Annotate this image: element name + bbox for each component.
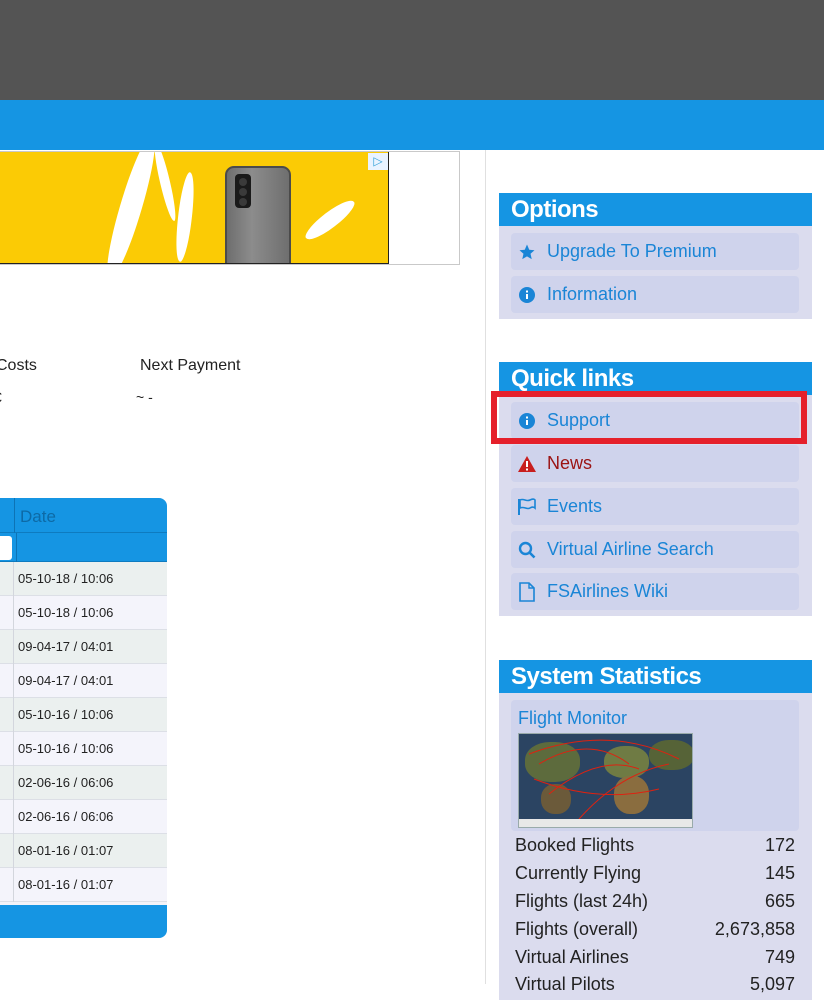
navigation-bar [0,100,824,150]
date-cell: 02-06-16 / 06:06 [18,775,114,790]
next-payment-header: Next Payment [140,357,241,374]
ad-choices-icon[interactable]: ▷ [368,153,388,170]
costs-value: € [0,389,2,405]
table-row: 05-10-16 / 10:06 [0,698,167,732]
stat-value: 2,673,858 [714,919,795,939]
stat-value: 665 [764,891,795,911]
date-cell: 05-10-16 / 10:06 [18,707,114,722]
stat-value: 749 [764,947,795,967]
search-icon [517,540,537,560]
table-row: 08-01-16 / 01:07 [0,834,167,868]
date-cell: 09-04-17 / 04:01 [18,673,114,688]
fsairlines-wiki-link[interactable]: FSAirlines Wiki [511,573,799,610]
stat-booked-flights: Booked Flights 172 [515,835,795,856]
date-cell: 05-10-18 / 10:06 [18,605,114,620]
top-header-bar [0,0,824,100]
filter-input[interactable] [0,536,12,560]
stat-currently-flying: Currently Flying 145 [515,863,795,884]
date-cell: 08-01-16 / 01:07 [18,843,114,858]
table-header: Date [0,498,167,533]
upgrade-premium-label: Upgrade To Premium [547,241,717,261]
star-icon [517,242,537,262]
table-row: 02-06-16 / 06:06 [0,766,167,800]
next-payment-value: ~ - [136,389,153,405]
date-column-header[interactable]: Date [20,507,56,527]
table-row: 09-04-17 / 04:01 [0,630,167,664]
highlight-box [491,391,807,444]
stat-value: 145 [764,863,795,883]
flight-monitor-card[interactable]: Flight Monitor [511,700,799,831]
stat-virtual-pilots: Virtual Pilots 5,097 [515,974,795,995]
table-row: 08-01-16 / 01:07 [0,868,167,902]
flight-monitor-link[interactable]: Flight Monitor [518,708,627,729]
table-filter-row [0,533,167,562]
date-cell: 05-10-16 / 10:06 [18,741,114,756]
info-icon [517,285,537,305]
stat-label: Booked Flights [515,835,635,855]
flag-icon [517,497,537,517]
column-divider [485,150,486,984]
table-footer [0,905,167,938]
stat-value: 5,097 [749,974,795,994]
stat-value: 172 [764,835,795,855]
advertisement-banner[interactable]: ▷ [0,152,389,264]
table-row: 09-04-17 / 04:01 [0,664,167,698]
stat-label: Virtual Pilots [515,974,615,994]
advertisement-frame: ▷ [0,151,460,265]
upgrade-premium-link[interactable]: Upgrade To Premium [511,233,799,270]
table-row: 05-10-18 / 10:06 [0,562,167,596]
options-panel: Options Upgrade To Premium Information [499,193,812,319]
news-label: News [547,453,593,473]
date-cell: 05-10-18 / 10:06 [18,571,114,586]
warning-icon [517,454,537,474]
date-cell: 02-06-16 / 06:06 [18,809,114,824]
information-label: Information [547,284,638,304]
information-link[interactable]: Information [511,276,799,313]
costs-header: Costs [0,357,37,374]
date-cell: 08-01-16 / 01:07 [18,877,114,892]
stat-label: Flights (last 24h) [515,891,649,911]
flight-map-image[interactable] [518,733,693,828]
stat-label: Currently Flying [515,863,642,883]
transactions-table: Date 05-10-18 / 10:06 05-10-18 / 10:06 0… [0,498,167,938]
date-cell: 09-04-17 / 04:01 [18,639,114,654]
events-label: Events [547,496,603,516]
stat-flights-24h: Flights (last 24h) 665 [515,891,795,912]
options-title: Options [499,193,812,226]
virtual-airline-search-link[interactable]: Virtual Airline Search [511,531,799,568]
stat-label: Virtual Airlines [515,947,629,967]
document-icon [517,581,537,602]
events-link[interactable]: Events [511,488,799,525]
phone-image [225,166,291,263]
stat-flights-overall: Flights (overall) 2,673,858 [515,919,795,940]
table-row: 02-06-16 / 06:06 [0,800,167,834]
virtual-airline-search-label: Virtual Airline Search [547,539,714,559]
stat-virtual-airlines: Virtual Airlines 749 [515,947,795,968]
fsairlines-wiki-label: FSAirlines Wiki [547,581,669,601]
table-row: 05-10-18 / 10:06 [0,596,167,630]
news-link[interactable]: News [511,445,799,482]
stat-label: Flights (overall) [515,919,639,939]
table-row: 05-10-16 / 10:06 [0,732,167,766]
system-statistics-title: System Statistics [499,660,812,693]
system-statistics-panel: System Statistics Flight Monitor Booked … [499,660,812,1000]
